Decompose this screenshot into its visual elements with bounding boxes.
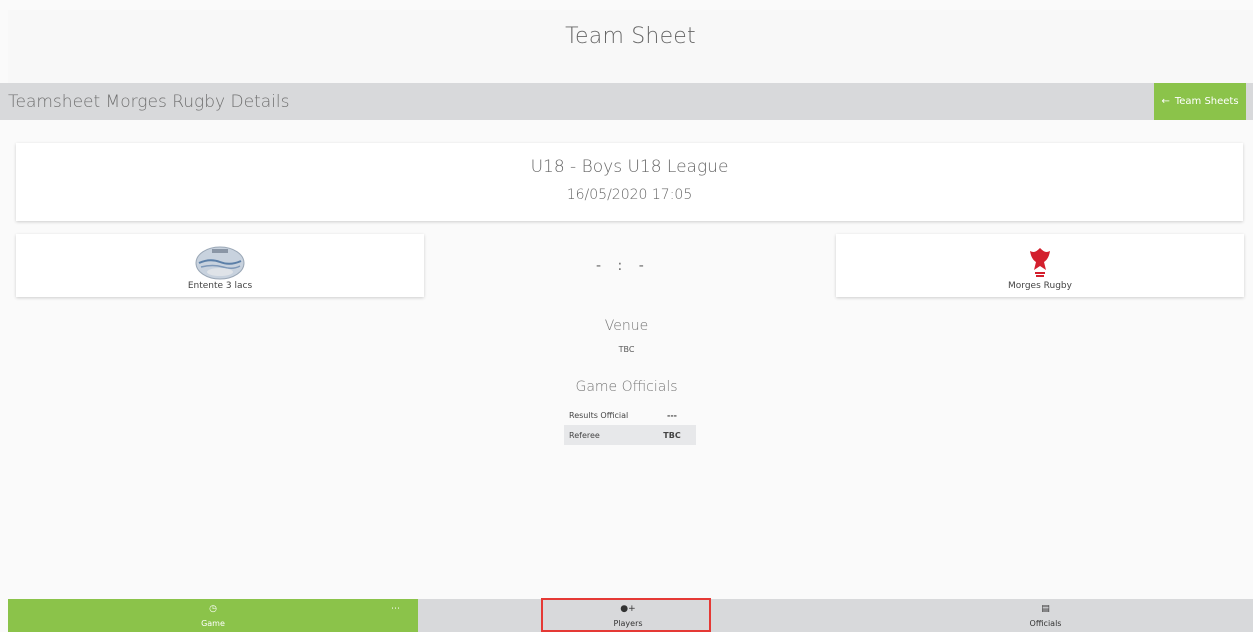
away-team-name: Morges Rugby xyxy=(1008,281,1072,291)
more-options-icon[interactable]: ⋯ xyxy=(391,604,400,614)
officials-table: Results Official --- Referee TBC xyxy=(564,405,696,445)
subheader-bar: Teamsheet Morges Rugby Details ← Team Sh… xyxy=(0,83,1253,120)
id-card-icon: ▤ xyxy=(1041,603,1050,614)
arrow-left-icon: ← xyxy=(1161,96,1170,107)
officials-row-value: --- xyxy=(667,410,677,420)
home-team-card[interactable]: Entente 3 lacs xyxy=(16,234,424,297)
officials-row-results: Results Official --- xyxy=(564,405,696,425)
morges-rugby-logo-icon xyxy=(1026,246,1054,284)
tab-game[interactable]: ◷ Game ⋯ xyxy=(8,599,418,632)
page-title: Team Sheet xyxy=(8,10,1253,83)
officials-row-referee: Referee TBC xyxy=(564,425,696,445)
tab-players[interactable]: ●+ Players xyxy=(418,599,838,632)
match-datetime: 16/05/2020 17:05 xyxy=(16,187,1243,203)
officials-row-value: TBC xyxy=(663,430,681,440)
tab-officials[interactable]: ▤ Officials xyxy=(838,599,1253,632)
venue-value: TBC xyxy=(618,345,635,354)
match-date: 16/05/2020 xyxy=(566,187,648,203)
away-score: - xyxy=(638,258,650,274)
match-info-card: U18 - Boys U18 League 16/05/2020 17:05 xyxy=(16,143,1243,221)
away-team-card[interactable]: Morges Rugby xyxy=(836,234,1244,297)
tab-players-label: Players xyxy=(613,618,643,628)
add-user-icon: ●+ xyxy=(620,603,636,614)
match-time: 17:05 xyxy=(651,187,693,203)
venue-heading: Venue xyxy=(604,318,649,334)
tab-officials-label: Officials xyxy=(1029,618,1062,628)
officials-row-label: Results Official xyxy=(569,410,629,420)
back-button-label: Team Sheets xyxy=(1174,96,1239,107)
back-to-team-sheets-button[interactable]: ← Team Sheets xyxy=(1154,83,1246,120)
match-score: - : - xyxy=(596,258,650,274)
entente-3-lacs-logo-icon xyxy=(195,246,245,284)
game-officials-heading: Game Officials xyxy=(575,379,678,395)
subheader-title: Teamsheet Morges Rugby Details xyxy=(8,92,290,112)
officials-row-label: Referee xyxy=(569,430,600,440)
tab-game-label: Game xyxy=(201,618,225,628)
home-team-name: Entente 3 lacs xyxy=(187,281,253,291)
score-separator: : xyxy=(617,258,629,274)
bottom-navigation: ◷ Game ⋯ ●+ Players ▤ Officials xyxy=(0,599,1253,632)
clock-icon: ◷ xyxy=(209,603,217,614)
league-title: U18 - Boys U18 League xyxy=(530,157,729,177)
home-score: - xyxy=(596,258,608,274)
